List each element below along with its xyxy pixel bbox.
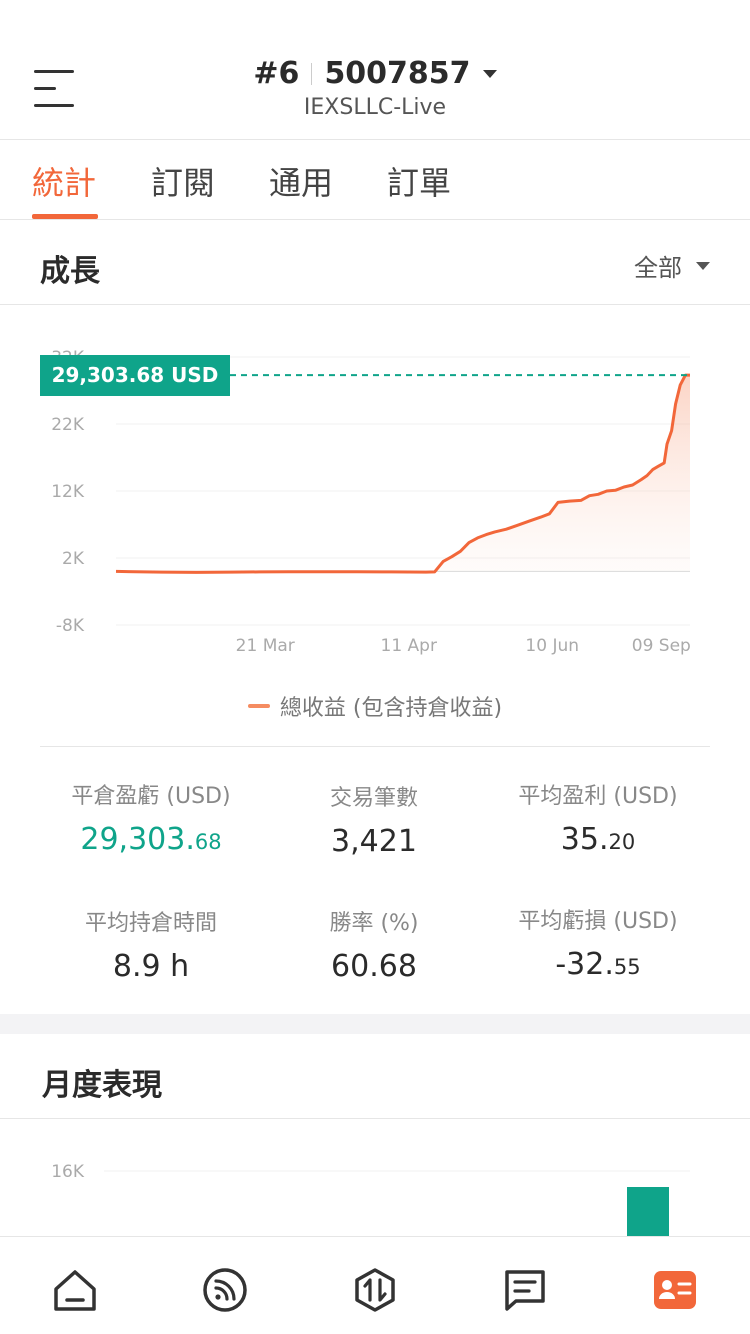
stat-value: -32.55 xyxy=(473,947,723,982)
document-icon xyxy=(505,1270,545,1311)
account-switcher[interactable]: #6 5007857 xyxy=(253,56,497,91)
stat-label: 平倉盈虧 (USD) xyxy=(71,784,231,809)
nav-signals[interactable] xyxy=(202,1267,248,1313)
y-tick-label: 22K xyxy=(51,415,85,435)
divider xyxy=(40,746,710,747)
stat-label: 平均盈利 (USD) xyxy=(518,784,678,809)
account-selector: #6 5007857 IEXSLLC-Live xyxy=(0,56,750,120)
stat-value: 8.9 h xyxy=(112,949,190,984)
stat-value: 60.68 xyxy=(331,949,417,984)
account-prefix: #6 xyxy=(253,56,300,91)
period-filter-label: 全部 xyxy=(634,254,682,282)
y-tick-label: 2K xyxy=(62,549,85,569)
x-tick-label: 10 Jun xyxy=(525,636,579,656)
x-tick-label: 21 Mar xyxy=(236,636,295,656)
series-area xyxy=(116,375,690,573)
nav-profile[interactable] xyxy=(652,1267,698,1313)
stat-value-dec: 55 xyxy=(613,955,641,979)
chevron-down-icon xyxy=(482,69,497,78)
chart-legend[interactable]: 總收益 (包含持倉收益) xyxy=(0,690,750,722)
growth-title: 成長 xyxy=(40,254,100,289)
home-icon xyxy=(54,1270,96,1311)
x-tick-label: 09 Sep xyxy=(632,636,691,656)
account-server: IEXSLLC-Live xyxy=(303,95,447,120)
tab-orders[interactable]: 訂單 xyxy=(387,158,451,204)
stat-value-int: -32. xyxy=(555,947,614,982)
growth-section-header: 成長 全部 xyxy=(0,220,750,305)
active-tab-indicator xyxy=(32,214,98,219)
growth-chart: 32K22K12K2K-8K21 Mar11 Apr10 Jun09 Sep 2… xyxy=(0,305,750,690)
y-tick-label: -8K xyxy=(56,616,85,636)
stat-value: 35.20 xyxy=(473,822,723,857)
y-tick-label: 16K xyxy=(51,1162,85,1182)
section-separator xyxy=(0,1014,750,1034)
stat-value-dec: 68 xyxy=(194,830,222,854)
y-tick-label: 12K xyxy=(51,482,85,502)
period-filter-dropdown[interactable]: 全部 xyxy=(634,248,710,283)
stat-label: 交易筆數 xyxy=(329,786,418,811)
nav-home[interactable] xyxy=(52,1267,98,1313)
stat-value-int: 35. xyxy=(560,822,609,857)
stat-win-rate: 勝率 (%) 60.68 xyxy=(249,905,499,984)
monthly-title: 月度表現 xyxy=(42,1068,162,1103)
stat-label: 平均持倉時間 xyxy=(84,911,217,936)
tab-statistics[interactable]: 統計 xyxy=(32,158,96,204)
tab-subscriptions[interactable]: 訂閱 xyxy=(151,158,215,204)
monthly-chart: 16K xyxy=(0,1119,750,1237)
monthly-bar[interactable] xyxy=(627,1187,669,1237)
account-number: 5007857 xyxy=(324,56,471,91)
account-separator xyxy=(311,62,313,85)
monthly-section-header: 月度表現 xyxy=(0,1034,750,1119)
nav-documents[interactable] xyxy=(502,1267,548,1313)
stat-value: 3,421 xyxy=(331,824,417,859)
stat-label: 勝率 (%) xyxy=(329,911,419,936)
stat-closed-pnl: 平倉盈虧 (USD) 29,303.68 xyxy=(26,778,276,857)
current-value-tag: 29,303.68 USD xyxy=(40,355,230,397)
trade-icon xyxy=(355,1268,395,1312)
stat-trade-count: 交易筆數 3,421 xyxy=(249,780,499,859)
legend-swatch xyxy=(247,704,270,708)
legend-label: 總收益 (包含持倉收益) xyxy=(279,696,503,721)
signal-feed-icon xyxy=(203,1268,247,1312)
app-header: #6 5007857 IEXSLLC-Live xyxy=(0,0,750,140)
stat-label: 平均虧損 (USD) xyxy=(518,909,678,934)
bottom-navigation xyxy=(0,1236,750,1334)
nav-trade[interactable] xyxy=(352,1267,398,1313)
x-tick-label: 11 Apr xyxy=(381,636,437,656)
chevron-down-icon xyxy=(696,261,710,270)
stat-avg-loss: 平均虧損 (USD) -32.55 xyxy=(473,903,723,982)
tab-bar: 統計 訂閱 通用 訂單 xyxy=(0,140,750,220)
stat-value: 29,303.68 xyxy=(26,822,276,857)
stat-value-int: 29,303. xyxy=(80,822,195,857)
monthly-chart-svg: 16K xyxy=(51,1162,690,1237)
profile-card-icon xyxy=(654,1271,696,1309)
stat-value-dec: 20 xyxy=(608,830,636,854)
stat-avg-profit: 平均盈利 (USD) 35.20 xyxy=(473,778,723,857)
tab-general[interactable]: 通用 xyxy=(269,158,333,204)
stat-avg-hold-time: 平均持倉時間 8.9 h xyxy=(26,905,276,984)
